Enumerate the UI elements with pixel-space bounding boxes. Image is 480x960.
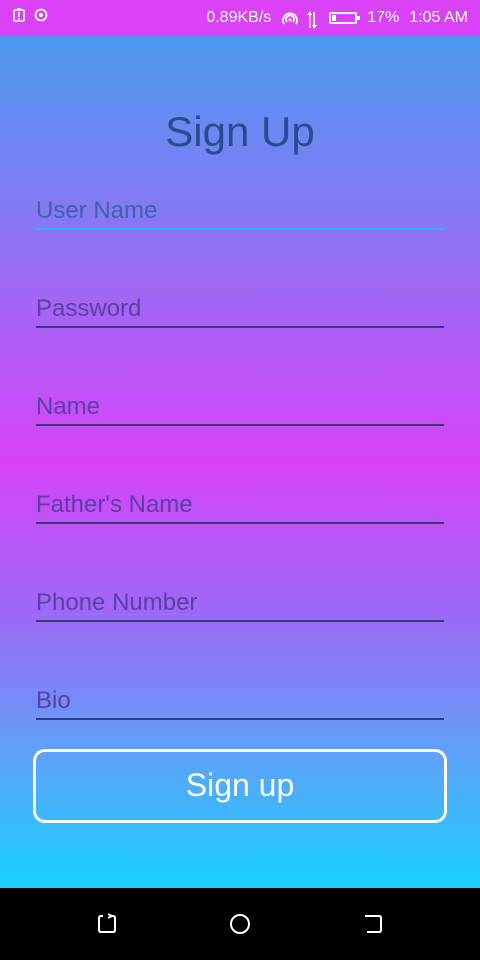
battery-percent: 17% [367,9,400,26]
fathers-name-input[interactable] [36,488,444,522]
navigation-bar [0,888,480,960]
name-input[interactable] [36,390,444,424]
bio-input[interactable] [36,684,444,718]
name-field[interactable] [36,390,444,426]
password-input[interactable] [36,292,444,326]
fathers-name-field[interactable] [36,488,444,524]
hotspot-icon [281,11,299,25]
status-bar: 0.89KB/s 17% 1:05 AM [0,0,480,36]
phone-screen: 0.89KB/s 17% 1:05 AM Sign Up User Name N… [0,0,480,960]
back-icon[interactable] [361,912,385,936]
bio-field[interactable] [36,684,444,720]
phone-number-input[interactable] [36,586,444,620]
username-input[interactable] [36,194,444,228]
battery-alert-icon [12,8,26,22]
password-field[interactable] [36,292,444,328]
recent-apps-icon[interactable] [95,912,119,936]
home-icon[interactable] [228,912,252,936]
battery-icon [329,12,361,24]
page-title: Sign Up [165,108,315,155]
phone-number-field[interactable] [36,586,444,622]
data-transfer-icon [305,11,319,29]
net-speed: 0.89KB/s [206,9,272,26]
target-icon [34,8,48,22]
signup-screen: Sign Up Sign up [0,36,480,888]
clock: 1:05 AM [409,9,468,26]
status-left-icons [12,8,48,22]
username-field[interactable] [36,194,444,230]
status-right-group: 0.89KB/s 17% 1:05 AM [206,9,468,29]
battery-level [332,15,337,21]
sign-up-button[interactable]: Sign up [33,749,447,823]
